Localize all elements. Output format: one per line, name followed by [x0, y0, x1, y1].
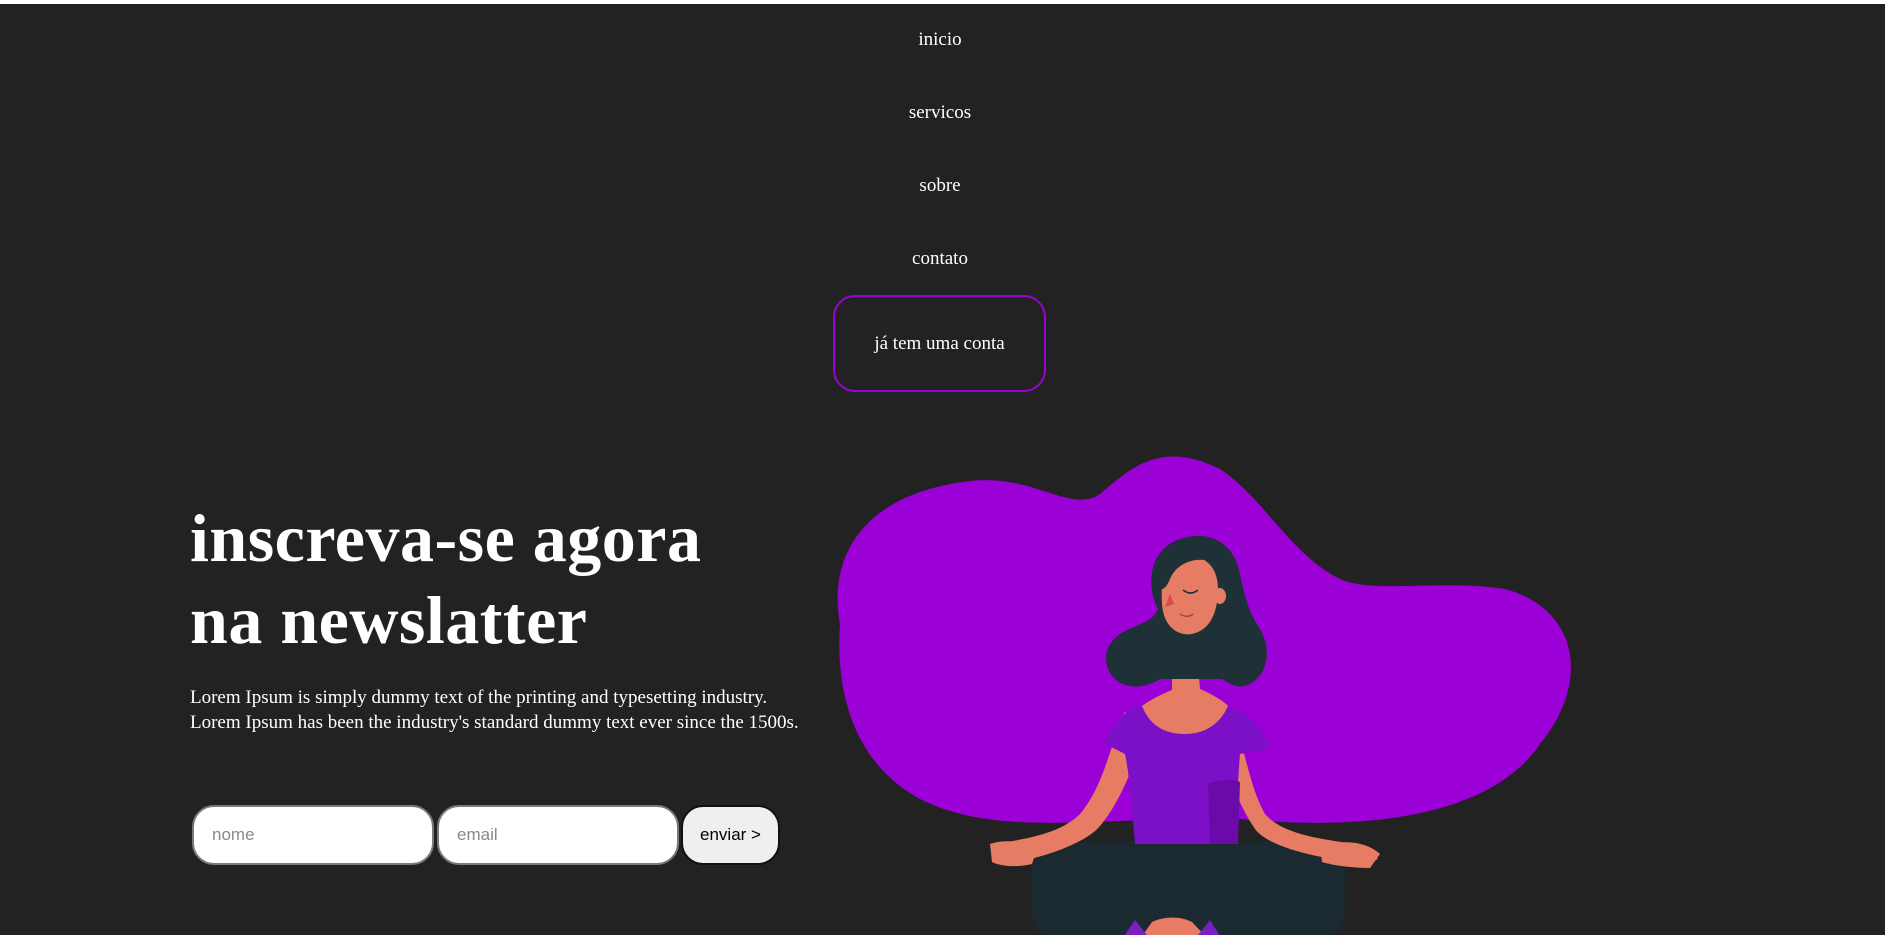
submit-button[interactable]: enviar > [681, 805, 780, 865]
nav-link-servicos[interactable]: servicos [0, 101, 1880, 125]
hero-title-line-1: inscreva-se agora [190, 500, 702, 576]
hero-title: inscreva-se agora na newslatter [190, 497, 701, 661]
name-input[interactable] [192, 805, 434, 865]
email-input[interactable] [437, 805, 679, 865]
nav-link-sobre[interactable]: sobre [0, 174, 1880, 198]
login-button[interactable]: já tem uma conta [833, 295, 1046, 392]
nav-link-inicio[interactable]: inicio [0, 28, 1880, 52]
main-nav: inicio servicos sobre contato já tem uma… [0, 4, 1885, 404]
hero-title-line-2: na newslatter [190, 582, 588, 658]
nav-link-contato[interactable]: contato [0, 247, 1880, 271]
meditating-woman-illustration [837, 456, 1571, 935]
page: inicio servicos sobre contato já tem uma… [0, 4, 1885, 935]
ear-shape [1214, 588, 1226, 604]
hero-description: Lorem Ipsum is simply dummy text of the … [190, 687, 799, 733]
shirt-shadow-shape [1208, 779, 1240, 844]
left-hand-shape [990, 841, 1038, 867]
